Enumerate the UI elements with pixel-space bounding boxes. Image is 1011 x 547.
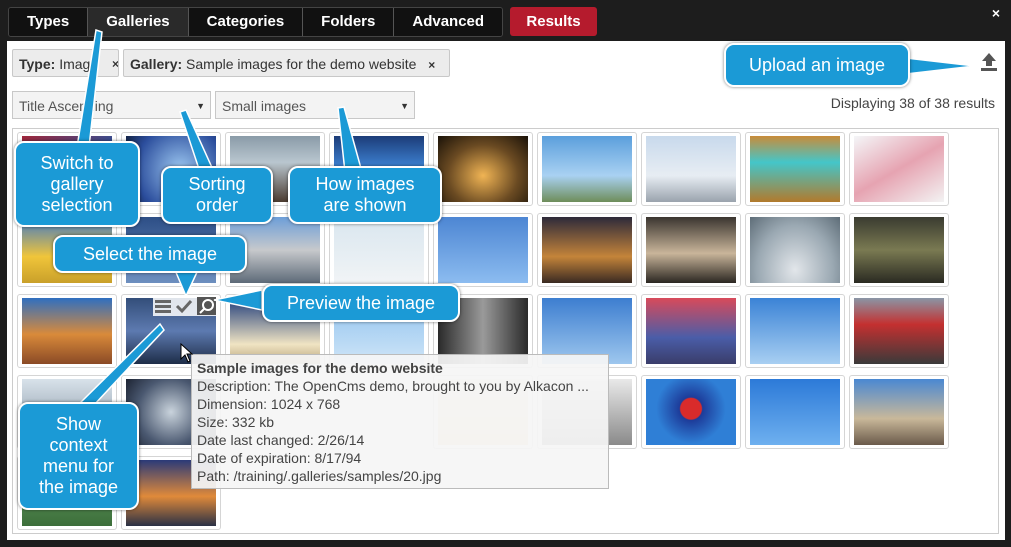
callout-line: are shown bbox=[323, 195, 407, 215]
callout-line: selection bbox=[41, 194, 113, 215]
callout-how-shown: How images are shown bbox=[288, 166, 442, 224]
callout-line: Show bbox=[55, 414, 102, 434]
callout-line: the image bbox=[38, 477, 119, 497]
cursor-icon bbox=[180, 343, 194, 363]
callout-sorting: Sorting order bbox=[161, 166, 273, 224]
callout-line: Switch to bbox=[40, 152, 114, 173]
callout-line: gallery bbox=[50, 173, 104, 194]
gallery-dialog: Types Galleries Categories Folders Advan… bbox=[0, 0, 1011, 547]
callout-upload: Upload an image bbox=[724, 43, 910, 87]
callout-preview-image: Preview the image bbox=[262, 284, 460, 322]
callout-line: context bbox=[49, 435, 108, 455]
callout-switch-gallery: Switch to gallery selection bbox=[14, 141, 140, 227]
callout-select-image: Select the image bbox=[53, 235, 247, 273]
callout-line: order bbox=[195, 195, 239, 215]
callout-context-menu: Show context menu for the image bbox=[18, 402, 139, 510]
callout-line: Sorting bbox=[188, 174, 246, 194]
callout-line: How images bbox=[315, 174, 415, 194]
callout-line: menu for bbox=[42, 456, 115, 476]
